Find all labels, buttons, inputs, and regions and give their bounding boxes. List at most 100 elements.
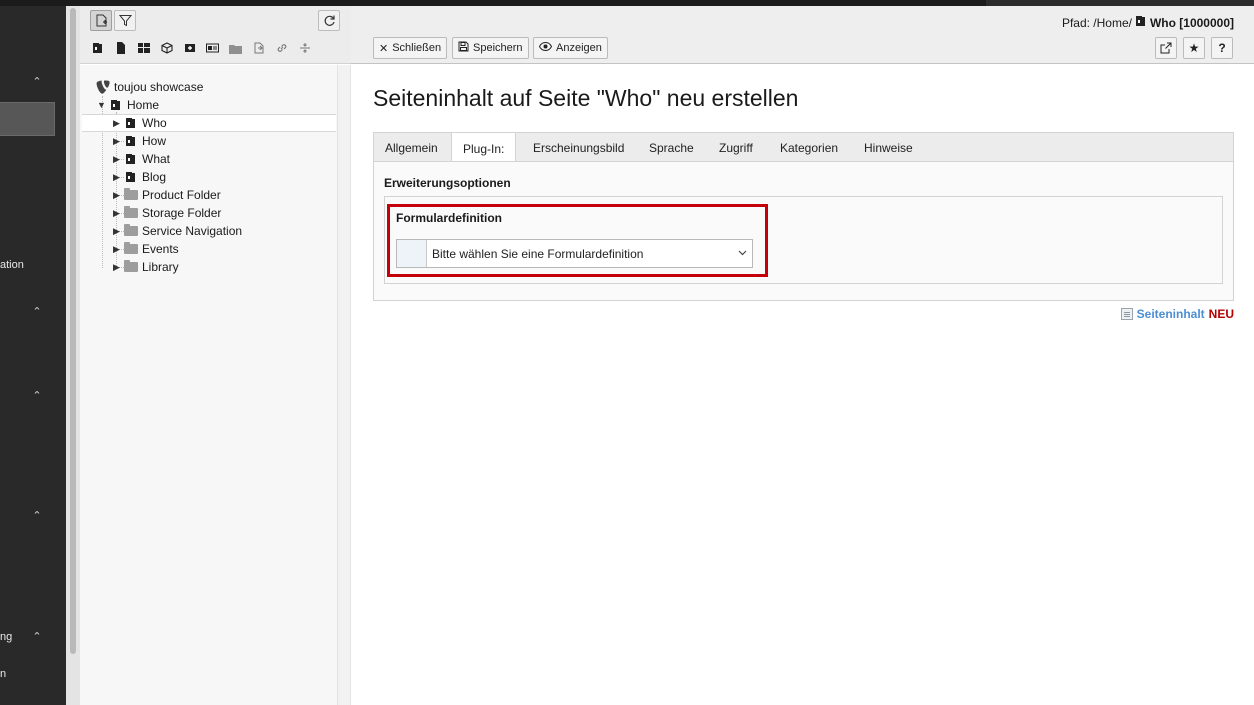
chevron-up-icon[interactable]: ⌃ <box>31 510 43 522</box>
select-prefix <box>397 240 427 267</box>
module-menu-active-item[interactable] <box>0 102 55 136</box>
document-icon[interactable] <box>111 40 130 56</box>
path-prefix: Pfad: /Home/ <box>1061 15 1132 30</box>
tree-node-product-folder[interactable]: ▶ Product Folder <box>111 186 221 204</box>
section-title: Erweiterungsoptionen <box>384 176 511 190</box>
chevron-up-icon[interactable]: ⌃ <box>31 306 43 318</box>
tree-scrollbar[interactable] <box>337 65 351 705</box>
form-definition-select[interactable]: Bitte wählen Sie eine Formulardefinition <box>396 239 753 268</box>
save-button[interactable]: Speichern <box>452 37 529 59</box>
grid-icon[interactable] <box>134 40 153 56</box>
external-link-icon <box>1160 42 1172 54</box>
folder-icon[interactable] <box>226 40 245 56</box>
tab-bar: Allgemein Plug-In: Erscheinungsbild Spra… <box>373 132 1234 164</box>
caret-right-icon[interactable]: ▶ <box>111 118 122 129</box>
tree-node-label: Library <box>142 260 179 274</box>
tab-sprache[interactable]: Sprache <box>638 133 705 163</box>
folder-icon <box>122 188 139 202</box>
tree-root-label: toujou showcase <box>114 80 204 94</box>
tree-root[interactable]: toujou showcase <box>94 78 203 96</box>
tree-node-service-navigation[interactable]: ▶ Service Navigation <box>111 222 242 240</box>
tree-node-who[interactable]: ▶ Who <box>111 114 167 132</box>
new-badge: NEU <box>1208 307 1234 321</box>
save-icon <box>458 41 469 55</box>
caret-right-icon[interactable]: ▶ <box>111 244 122 255</box>
tree-node-label: Service Navigation <box>142 224 243 238</box>
close-button[interactable]: ✕ Schließen <box>373 37 448 59</box>
caret-right-icon[interactable]: ▶ <box>111 136 122 147</box>
tree-node-blog[interactable]: ▶ Blog <box>111 168 166 186</box>
module-label-fragment[interactable]: ation <box>0 259 24 271</box>
tree-node-library[interactable]: ▶ Library <box>111 258 179 276</box>
folder-icon <box>122 242 139 256</box>
caret-right-icon[interactable]: ▶ <box>111 154 122 165</box>
module-menu: ⌃ ation ⌃ ⌃ ⌃ ng ⌃ n <box>0 6 66 705</box>
module-menu-scrollbar[interactable] <box>66 6 80 705</box>
chevron-up-icon[interactable]: ⌃ <box>31 631 43 643</box>
tree-node-home[interactable]: ▼ Home <box>96 96 159 114</box>
field-label: Formulardefinition <box>396 211 502 225</box>
tree-node-events[interactable]: ▶ Events <box>111 240 179 258</box>
tree-node-label: Home <box>127 98 160 112</box>
tab-plugin[interactable]: Plug-In: <box>451 133 517 164</box>
link-icon[interactable] <box>272 40 291 56</box>
tab-hinweise[interactable]: Hinweise <box>853 133 924 163</box>
view-button[interactable]: Anzeigen <box>533 37 608 59</box>
tree-node-storage-folder[interactable]: ▶ Storage Folder <box>111 204 221 222</box>
folder-icon <box>122 224 139 238</box>
shortcut-icon[interactable] <box>180 40 199 56</box>
caret-down-icon[interactable]: ▼ <box>96 100 107 110</box>
help-button[interactable]: ? <box>1211 37 1233 59</box>
page-icon <box>107 98 124 112</box>
caret-right-icon[interactable]: ▶ <box>111 190 122 201</box>
tree-node-label: What <box>142 152 171 166</box>
caret-right-icon[interactable]: ▶ <box>111 262 122 273</box>
chevron-up-icon[interactable]: ⌃ <box>31 390 43 402</box>
bookmark-button[interactable]: ★ <box>1183 37 1205 59</box>
page-title: Seiteninhalt auf Seite "Who" neu erstell… <box>373 85 799 111</box>
page-icon <box>122 116 139 130</box>
close-icon: ✕ <box>379 42 389 55</box>
tab-allgemein[interactable]: Allgemein <box>374 133 449 163</box>
chevron-up-icon[interactable]: ⌃ <box>31 76 43 88</box>
caret-right-icon[interactable]: ▶ <box>111 226 122 237</box>
typo3-logo-icon <box>94 80 111 94</box>
page-icon <box>122 134 139 148</box>
save-button-label: Speichern <box>473 42 523 54</box>
chevron-down-icon <box>732 248 752 259</box>
doktype-toolbar <box>88 40 314 56</box>
tab-zugriff[interactable]: Zugriff <box>708 133 764 163</box>
tree-node-label: Blog <box>142 170 167 184</box>
tree-node-what[interactable]: ▶ What <box>111 150 170 168</box>
new-page-button[interactable] <box>90 10 112 31</box>
tab-erscheinungsbild[interactable]: Erscheinungsbild <box>522 133 635 163</box>
tree-node-label: Events <box>142 242 179 256</box>
tree-node-label: Product Folder <box>142 188 221 202</box>
caret-right-icon[interactable]: ▶ <box>111 208 122 219</box>
breadcrumb: Pfad: /Home/ Who [1000000] <box>1062 15 1234 30</box>
page-new-icon <box>96 14 107 27</box>
divider-icon[interactable] <box>295 40 314 56</box>
tree-node-how[interactable]: ▶ How <box>111 132 166 150</box>
eye-icon <box>538 41 553 54</box>
caret-right-icon[interactable]: ▶ <box>111 172 122 183</box>
cube-icon[interactable] <box>157 40 176 56</box>
page-icon <box>122 170 139 184</box>
mount-icon[interactable] <box>249 40 268 56</box>
content-type-indicator: Seiteninhalt NEU <box>1120 307 1234 321</box>
sysfolder-icon[interactable] <box>203 40 222 56</box>
help-icon: ? <box>1218 41 1226 55</box>
module-label-fragment[interactable]: n <box>0 668 6 680</box>
select-value: Bitte wählen Sie eine Formulardefinition <box>432 246 644 261</box>
page-icon <box>1135 15 1147 30</box>
content-type-name: Seiteninhalt <box>1136 307 1205 321</box>
open-new-window-button[interactable] <box>1155 37 1177 59</box>
filter-button[interactable] <box>114 10 136 31</box>
tab-kategorien[interactable]: Kategorien <box>769 133 849 163</box>
star-icon: ★ <box>1188 41 1200 55</box>
filter-icon <box>118 15 132 27</box>
module-label-fragment[interactable]: ng <box>0 631 12 643</box>
page-icon[interactable] <box>88 40 107 56</box>
doc-header: Pfad: /Home/ Who [1000000] ✕ Schließen S… <box>351 6 1254 64</box>
refresh-tree-button[interactable] <box>318 10 340 31</box>
